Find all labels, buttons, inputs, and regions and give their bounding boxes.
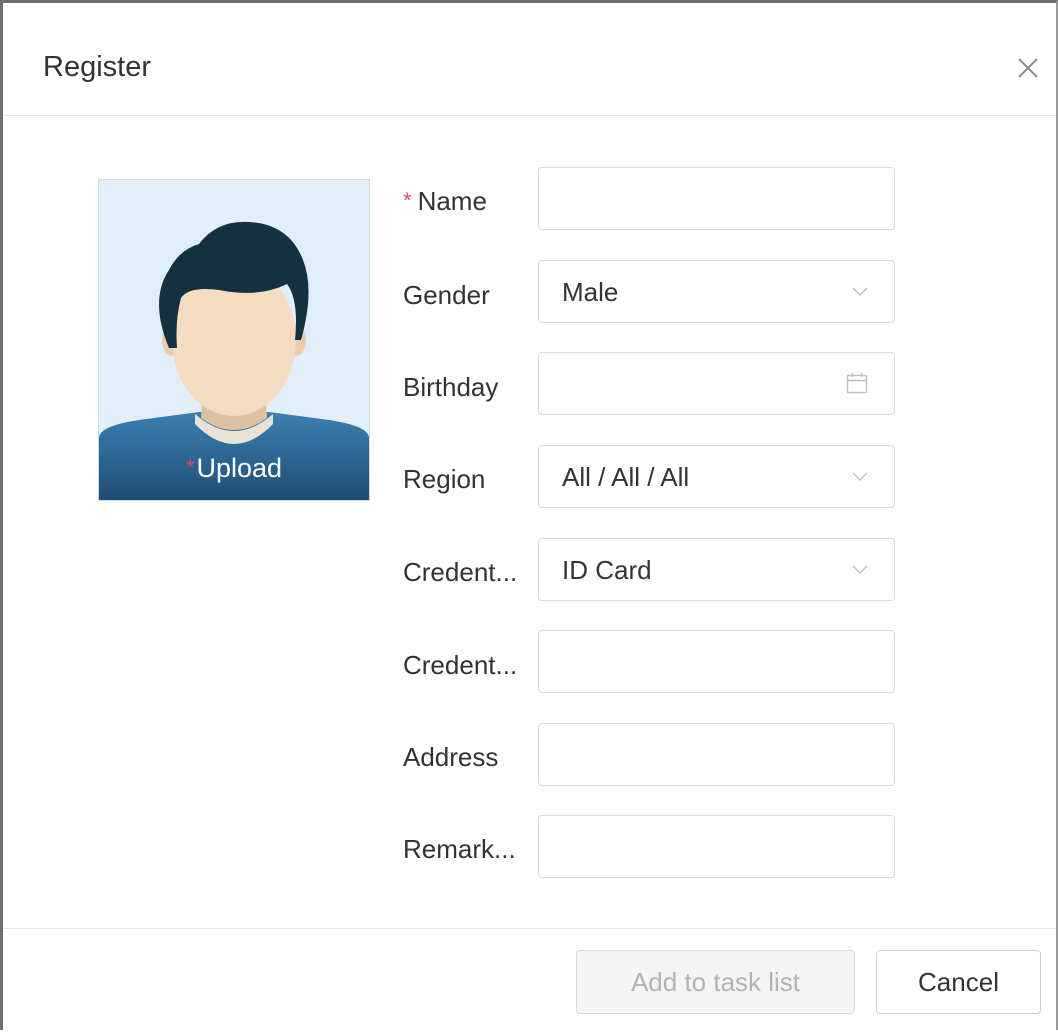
- dialog-title: Register: [43, 51, 151, 83]
- add-to-task-list-button[interactable]: Add to task list: [576, 950, 855, 1014]
- credential-number-input[interactable]: [539, 631, 894, 692]
- upload-text: Upload: [196, 453, 283, 483]
- region-select[interactable]: All / All / All: [538, 445, 895, 508]
- chevron-down-icon: [852, 287, 868, 296]
- calendar-icon[interactable]: [846, 372, 868, 394]
- close-icon[interactable]: [1013, 53, 1043, 83]
- name-input[interactable]: [539, 168, 894, 229]
- required-marker: *: [403, 188, 412, 213]
- dialog-header: Register: [3, 3, 1056, 116]
- register-dialog: Register *Upload * Name Gender Male Birt…: [0, 0, 1058, 1030]
- credential-type-value: ID Card: [562, 555, 652, 585]
- required-marker: *: [185, 455, 195, 480]
- chevron-down-icon: [852, 472, 868, 481]
- name-label: * Name: [403, 183, 487, 219]
- name-field[interactable]: [538, 167, 895, 230]
- address-field[interactable]: [538, 723, 895, 786]
- chevron-down-icon: [852, 565, 868, 574]
- photo-upload[interactable]: *Upload: [98, 179, 370, 501]
- credential-type-select[interactable]: ID Card: [538, 538, 895, 601]
- birthday-label: Birthday: [403, 372, 499, 402]
- address-input[interactable]: [539, 724, 894, 785]
- birthday-picker[interactable]: [538, 352, 895, 415]
- gender-label: Gender: [403, 280, 490, 310]
- remarks-label: Remark...: [403, 834, 516, 864]
- region-value: All / All / All: [562, 462, 690, 492]
- cancel-button[interactable]: Cancel: [876, 950, 1041, 1014]
- birthday-input[interactable]: [539, 353, 894, 414]
- upload-label[interactable]: *Upload: [99, 450, 369, 486]
- name-label-text: Name: [417, 186, 487, 216]
- address-label: Address: [403, 742, 499, 772]
- gender-select[interactable]: Male: [538, 260, 895, 323]
- remarks-input[interactable]: [539, 816, 894, 877]
- credential-number-label: Credent...: [403, 650, 518, 680]
- credential-number-field[interactable]: [538, 630, 895, 693]
- region-label: Region: [403, 464, 486, 494]
- credential-type-label: Credent...: [403, 557, 518, 587]
- gender-value: Male: [562, 277, 619, 307]
- remarks-field[interactable]: [538, 815, 895, 878]
